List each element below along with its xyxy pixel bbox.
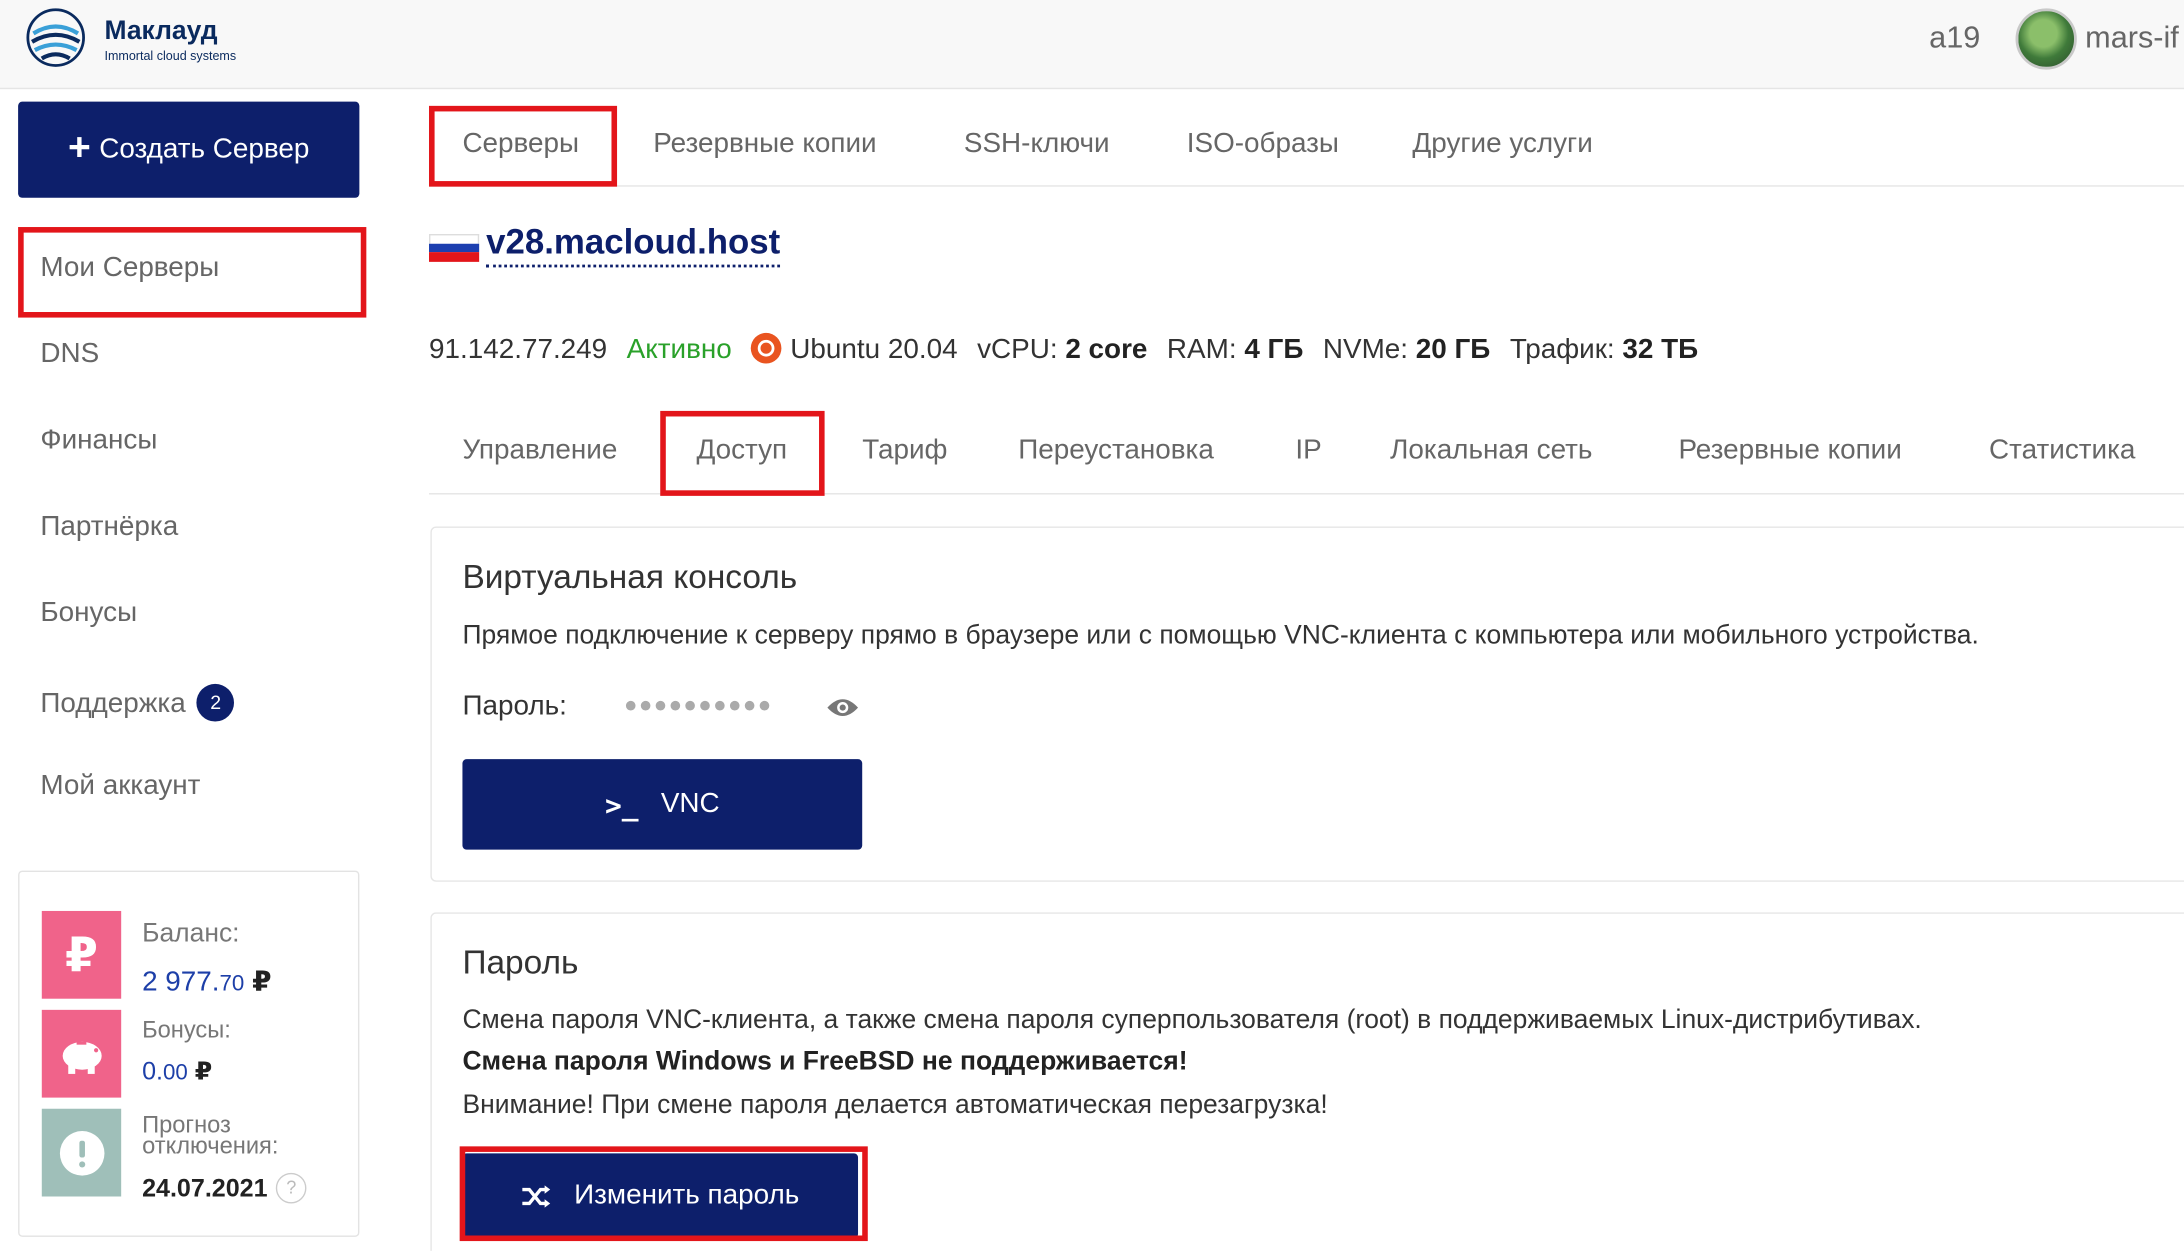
tab-statistics[interactable]: Статистика xyxy=(1989,435,2135,467)
warning-icon xyxy=(41,1108,122,1197)
bonus-cents: 00 xyxy=(162,1061,188,1086)
server-traffic: Трафик: 32 ТБ xyxy=(1510,334,1698,366)
highlight-box-change-password xyxy=(459,1146,868,1242)
tab-management[interactable]: Управление xyxy=(462,435,617,467)
tab-server-backups[interactable]: Резервные копии xyxy=(1678,435,1901,467)
nvme-label: NVMe: xyxy=(1322,333,1409,365)
app-header: Маклауд Immortal cloud systems a19 mars-… xyxy=(0,0,2184,90)
tab-tariff[interactable]: Тариф xyxy=(862,435,947,467)
tab-reinstall[interactable]: Переустановка xyxy=(1018,435,1214,467)
server-name-link[interactable]: v28.macloud.host xyxy=(486,220,781,268)
vnc-button-label: VNC xyxy=(660,788,720,820)
maclaud-logo-icon[interactable] xyxy=(25,6,86,70)
bonus-currency: ₽ xyxy=(194,1057,213,1086)
tab-local-network[interactable]: Локальная сеть xyxy=(1390,435,1592,467)
sidebar-item-support[interactable]: Поддержка 2 xyxy=(40,683,235,722)
password-warning-os: Смена пароля Windows и FreeBSD не поддер… xyxy=(462,1047,1188,1077)
server-os-label: Ubuntu 20.04 xyxy=(790,334,958,365)
forecast-label: Прогноз отключения: xyxy=(142,1113,279,1159)
server-os: Ubuntu 20.04 xyxy=(751,332,958,366)
ram-value: 4 ГБ xyxy=(1244,333,1304,365)
balance-cents: 70 xyxy=(219,972,245,996)
plus-icon: + xyxy=(68,125,91,169)
ram-label: RAM: xyxy=(1166,333,1237,365)
server-vcpu: vCPU: 2 core xyxy=(977,334,1147,366)
password-panel-title: Пароль xyxy=(462,944,579,982)
tab-ssh-keys[interactable]: SSH-ключи xyxy=(964,128,1110,160)
virtual-console-panel: Виртуальная консоль Прямое подключение к… xyxy=(430,526,2184,882)
server-ip[interactable]: 91.142.77.249 xyxy=(429,334,607,366)
bonus-label: Бонусы: xyxy=(142,1016,231,1044)
sidebar-item-finance[interactable]: Финансы xyxy=(40,425,157,457)
highlight-box-access-tab xyxy=(660,410,825,496)
sidebar-item-support-label: Поддержка xyxy=(40,688,186,719)
forecast-date-row: 24.07.2021 ? xyxy=(142,1172,307,1204)
russia-flag-icon xyxy=(429,234,480,262)
forecast-date: 24.07.2021 xyxy=(142,1173,268,1202)
brand-name[interactable]: Маклауд xyxy=(104,17,217,48)
password-label: Пароль: xyxy=(462,690,567,722)
vcpu-label: vCPU: xyxy=(977,333,1058,365)
balance-main: 2 977. xyxy=(142,966,220,998)
piggy-bank-icon xyxy=(41,1009,122,1098)
create-server-label: Создать Сервер xyxy=(99,133,310,165)
traffic-label: Трафик: xyxy=(1509,333,1615,365)
account-id[interactable]: a19 xyxy=(1929,20,1980,56)
forecast-label-line2: отключения: xyxy=(142,1132,279,1159)
avatar[interactable] xyxy=(2015,8,2077,70)
help-icon[interactable]: ? xyxy=(275,1172,307,1204)
terminal-icon: >_ xyxy=(604,787,639,822)
bonus-main: 0. xyxy=(142,1057,163,1086)
console-title: Виртуальная консоль xyxy=(462,558,798,597)
brand-tagline: Immortal cloud systems xyxy=(104,48,237,63)
password-mask: ●●●●●●●●●● xyxy=(624,693,773,718)
ubuntu-icon xyxy=(751,332,782,364)
tab-backups[interactable]: Резервные копии xyxy=(653,128,876,160)
eye-icon[interactable] xyxy=(826,696,859,718)
balance-value[interactable]: 2 977.70 ₽ xyxy=(142,964,271,999)
vcpu-value: 2 core xyxy=(1065,333,1148,365)
server-nvme: NVMe: 20 ГБ xyxy=(1323,334,1490,366)
tab-other-services[interactable]: Другие услуги xyxy=(1412,128,1592,160)
traffic-value: 32 ТБ xyxy=(1622,333,1699,365)
support-count-badge: 2 xyxy=(196,683,235,722)
ruble-icon: ₽ xyxy=(41,910,122,999)
server-status: Активно xyxy=(626,333,732,365)
balance-currency: ₽ xyxy=(252,966,272,998)
balance-card: ₽ Баланс: 2 977.70 ₽ Бонусы: 0.00 ₽ Прог… xyxy=(18,870,360,1237)
sidebar-item-account[interactable]: Мой аккаунт xyxy=(40,770,200,802)
create-server-button[interactable]: + Создать Сервер xyxy=(18,101,360,198)
bonus-value[interactable]: 0.00 ₽ xyxy=(142,1057,212,1086)
sidebar-item-bonuses[interactable]: Бонусы xyxy=(40,598,137,630)
sidebar-item-partner[interactable]: Партнёрка xyxy=(40,511,178,543)
console-description: Прямое подключение к серверу прямо в бра… xyxy=(462,621,1979,651)
password-reboot-notice: Внимание! При смене пароля делается авто… xyxy=(462,1090,1328,1120)
balance-label: Баланс: xyxy=(142,919,240,949)
server-ram: RAM: 4 ГБ xyxy=(1167,334,1303,366)
password-description: Смена пароля VNC-клиента, а также смена … xyxy=(462,1005,1922,1035)
sidebar-item-dns[interactable]: DNS xyxy=(40,338,99,370)
user-name[interactable]: mars-if xyxy=(2085,20,2179,56)
vnc-button[interactable]: >_ VNC xyxy=(462,759,863,850)
server-info: 91.142.77.249 Активно Ubuntu 20.04 vCPU:… xyxy=(429,332,1698,366)
tab-ip[interactable]: IP xyxy=(1295,435,1321,467)
highlight-box-servers-tab xyxy=(429,105,618,187)
tab-iso-images[interactable]: ISO-образы xyxy=(1187,128,1339,160)
top-tabs: Серверы Резервные копии SSH-ключи ISO-об… xyxy=(429,98,2184,187)
nvme-value: 20 ГБ xyxy=(1415,333,1491,365)
sidebar-item-my-servers[interactable]: Мои Серверы xyxy=(40,252,219,284)
